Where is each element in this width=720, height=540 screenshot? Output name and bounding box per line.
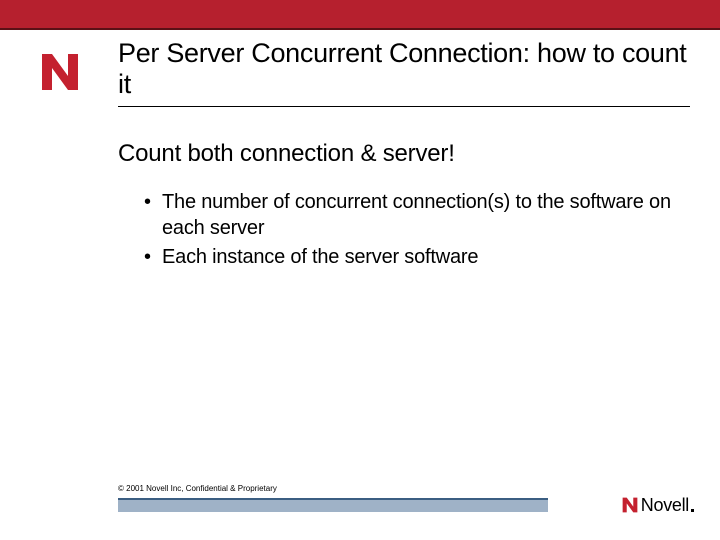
header-band-shadow bbox=[0, 28, 720, 30]
footer-copyright: © 2001 Novell Inc, Confidential & Propri… bbox=[118, 484, 277, 493]
brand-dot-icon bbox=[691, 509, 694, 512]
novell-n-small-icon bbox=[621, 496, 639, 514]
bullet-list: The number of concurrent connection(s) t… bbox=[118, 190, 680, 271]
title-block: Per Server Concurrent Connection: how to… bbox=[118, 38, 690, 107]
body-block: Count both connection & server! The numb… bbox=[118, 140, 680, 275]
slide-title: Per Server Concurrent Connection: how to… bbox=[118, 38, 690, 107]
novell-n-logo-icon bbox=[38, 50, 82, 94]
slide: Per Server Concurrent Connection: how to… bbox=[0, 0, 720, 540]
novell-brand-logo: Novell bbox=[621, 496, 694, 514]
footer-bar bbox=[118, 498, 548, 512]
subheading: Count both connection & server! bbox=[118, 140, 680, 168]
brand-wordmark: Novell bbox=[641, 496, 689, 514]
list-item: The number of concurrent connection(s) t… bbox=[144, 190, 680, 241]
list-item: Each instance of the server software bbox=[144, 245, 680, 271]
header-band bbox=[0, 0, 720, 28]
